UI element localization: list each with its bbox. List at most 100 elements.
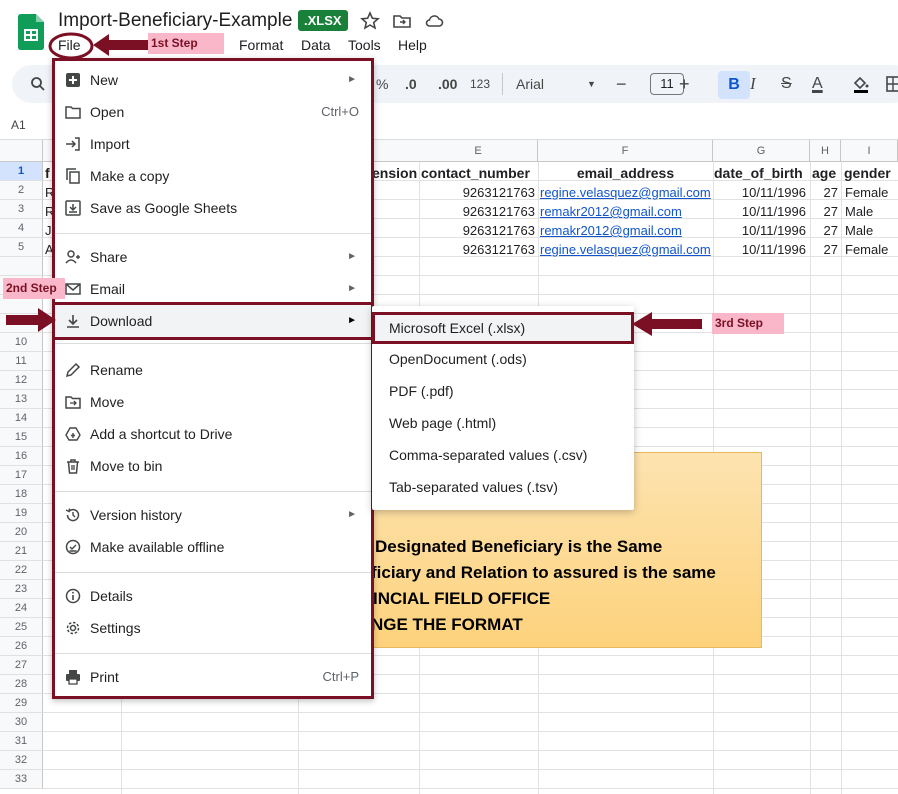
cell-i1[interactable]: gender	[844, 164, 898, 183]
column-header[interactable]: H	[810, 140, 841, 162]
cell-date-of-birth[interactable]: 10/11/1996	[714, 221, 806, 240]
row-header[interactable]: 22	[0, 561, 43, 580]
percent-format-button[interactable]: %	[376, 65, 388, 103]
search-menus-icon[interactable]	[30, 76, 46, 92]
row-header[interactable]	[0, 257, 43, 276]
row-header[interactable]: 11	[0, 352, 43, 371]
row-header[interactable]: 24	[0, 599, 43, 618]
row-header[interactable]: 30	[0, 713, 43, 732]
cell-date-of-birth[interactable]: 10/11/1996	[714, 240, 806, 259]
row-header[interactable]: 21	[0, 542, 43, 561]
menu-item-move-to-bin[interactable]: Move to bin	[55, 450, 371, 482]
cell-email-address[interactable]: remakr2012@gmail.com	[540, 202, 712, 221]
menu-item-rename[interactable]: Rename	[55, 354, 371, 386]
column-header[interactable]: E	[419, 140, 538, 162]
star-icon[interactable]	[360, 11, 380, 31]
bold-button[interactable]: B	[718, 71, 750, 99]
strikethrough-button[interactable]: S	[781, 65, 792, 103]
menu-item-version-history[interactable]: Version history ►	[55, 499, 371, 531]
row-header[interactable]: 29	[0, 694, 43, 713]
row-header[interactable]: 18	[0, 485, 43, 504]
menu-item-details[interactable]: Details	[55, 580, 371, 612]
italic-button[interactable]: I	[750, 65, 756, 103]
download-tsv-option[interactable]: Tab-separated values (.tsv)	[372, 471, 634, 503]
row-header[interactable]: 5	[0, 238, 43, 257]
text-color-button[interactable]: A	[812, 65, 823, 103]
cell-date-of-birth[interactable]: 10/11/1996	[714, 202, 806, 221]
row-header[interactable]: 15	[0, 428, 43, 447]
cell-email-address[interactable]: remakr2012@gmail.com	[540, 221, 712, 240]
number-format-button[interactable]: 123	[470, 65, 490, 103]
cell-contact-number[interactable]: 9263121763	[420, 221, 535, 240]
row-header[interactable]: 25	[0, 618, 43, 637]
row-header[interactable]: 1	[0, 162, 43, 181]
row-header[interactable]: 26	[0, 637, 43, 656]
row-header[interactable]: 17	[0, 466, 43, 485]
menu-item-email[interactable]: Email ►	[55, 273, 371, 305]
menu-item-print[interactable]: Print Ctrl+P	[55, 661, 371, 693]
column-header[interactable]: F	[538, 140, 713, 162]
row-header[interactable]: 14	[0, 409, 43, 428]
increase-font-size-button[interactable]: +	[679, 65, 690, 103]
cell-f1[interactable]: email_address	[538, 164, 713, 183]
menu-item-move[interactable]: Move	[55, 386, 371, 418]
row-header[interactable]: 2	[0, 181, 43, 200]
cell-d1[interactable]: ension	[372, 164, 418, 183]
cell-email-address[interactable]: regine.velasquez@gmail.com	[540, 183, 712, 202]
menu-item-settings[interactable]: Settings	[55, 612, 371, 644]
sheets-logo-icon[interactable]	[18, 14, 44, 50]
download-html-option[interactable]: Web page (.html)	[372, 407, 634, 439]
decrease-decimal-button[interactable]: .0	[405, 65, 417, 103]
cell-contact-number[interactable]: 9263121763	[420, 183, 535, 202]
row-header[interactable]: 12	[0, 371, 43, 390]
menu-item-save-as-google-sheets[interactable]: Save as Google Sheets	[55, 192, 371, 224]
cell-age[interactable]: 27	[811, 240, 838, 259]
menu-help[interactable]: Help	[398, 37, 427, 53]
cell-g1[interactable]: date_of_birth	[714, 164, 810, 183]
row-header[interactable]: 32	[0, 751, 43, 770]
cell-age[interactable]: 27	[811, 221, 838, 240]
row-header[interactable]: 33	[0, 770, 43, 789]
column-header[interactable]: I	[841, 140, 898, 162]
cell-contact-number[interactable]: 9263121763	[420, 240, 535, 259]
row-header[interactable]: 19	[0, 504, 43, 523]
cell-e1[interactable]: contact_number	[421, 164, 537, 183]
download-ods-option[interactable]: OpenDocument (.ods)	[372, 343, 634, 375]
cell-h1[interactable]: age	[812, 164, 842, 183]
cell-gender[interactable]: Female	[845, 183, 898, 202]
menu-item-import[interactable]: Import	[55, 128, 371, 160]
cell-gender[interactable]: Male	[845, 202, 898, 221]
menu-item-add-shortcut[interactable]: Add a shortcut to Drive	[55, 418, 371, 450]
menu-format[interactable]: Format	[239, 37, 283, 53]
cell-email-address[interactable]: regine.velasquez@gmail.com	[540, 240, 712, 259]
row-header[interactable]: 23	[0, 580, 43, 599]
menu-tools[interactable]: Tools	[348, 37, 381, 53]
column-header[interactable]: G	[713, 140, 810, 162]
cell-gender[interactable]: Female	[845, 240, 898, 259]
cell-gender[interactable]: Male	[845, 221, 898, 240]
row-header[interactable]: 27	[0, 656, 43, 675]
row-header[interactable]: 16	[0, 447, 43, 466]
name-box[interactable]: A1	[11, 118, 26, 132]
move-folder-icon[interactable]	[392, 11, 412, 31]
cell-age[interactable]: 27	[811, 183, 838, 202]
increase-decimal-button[interactable]: .00	[438, 65, 457, 103]
menu-item-make-copy[interactable]: Make a copy	[55, 160, 371, 192]
menu-item-make-available-offline[interactable]: Make available offline	[55, 531, 371, 563]
row-header[interactable]: 10	[0, 333, 43, 352]
row-header[interactable]: 13	[0, 390, 43, 409]
cell-contact-number[interactable]: 9263121763	[420, 202, 535, 221]
menu-data[interactable]: Data	[301, 37, 331, 53]
row-header[interactable]: 28	[0, 675, 43, 694]
row-header[interactable]: 3	[0, 200, 43, 219]
menu-item-new[interactable]: New ►	[55, 64, 371, 96]
select-all-corner[interactable]	[0, 140, 43, 162]
decrease-font-size-button[interactable]: −	[616, 65, 627, 103]
download-pdf-option[interactable]: PDF (.pdf)	[372, 375, 634, 407]
row-header[interactable]: 20	[0, 523, 43, 542]
download-xlsx-option[interactable]: Microsoft Excel (.xlsx)	[372, 312, 634, 344]
download-csv-option[interactable]: Comma-separated values (.csv)	[372, 439, 634, 471]
fill-color-icon[interactable]	[852, 75, 870, 93]
document-title[interactable]: Import-Beneficiary-Example	[58, 10, 292, 32]
cell-age[interactable]: 27	[811, 202, 838, 221]
